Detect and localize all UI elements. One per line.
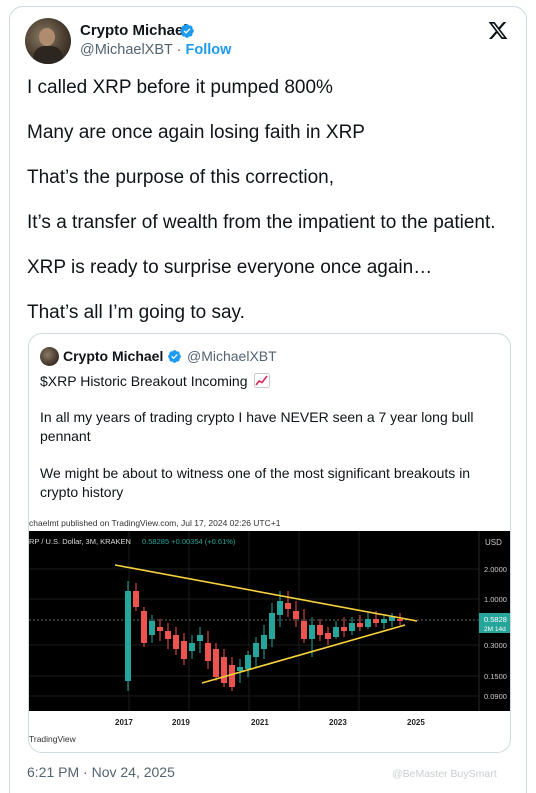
x-logo-icon[interactable] [487, 20, 509, 41]
price-tag-countdown: 2M 14d [484, 626, 506, 633]
y-tick-label: 0.3000 [484, 641, 507, 650]
y-tick-label: 0.0900 [484, 692, 507, 701]
candle-body [357, 623, 363, 627]
author-handle-row: @MichaelXBT · Follow [80, 42, 231, 58]
watermark: @BeMaster BuySmart [392, 768, 497, 780]
candle-body [301, 621, 307, 639]
quoted-tweet[interactable]: Crypto Michael @MichaelXBT $XRP Historic… [28, 333, 511, 753]
chart-caption: chaelmt published on TradingView.com, Ju… [29, 518, 281, 528]
y-tick-label: 2.0000 [484, 565, 507, 574]
tweet-text-line: I called XRP before it pumped 800% [27, 77, 333, 98]
candle-body [189, 643, 195, 651]
quoted-text-line: crypto history [40, 484, 124, 500]
quoted-title-row: $XRP Historic Breakout Incoming [40, 372, 271, 391]
tweet-text-line: Many are once again losing faith in XRP [27, 122, 365, 143]
quoted-text-line: pennant [40, 428, 91, 444]
upper-trendline [114, 564, 418, 622]
candle-body [365, 619, 371, 627]
candle-body [349, 623, 355, 631]
candle-body [181, 641, 187, 659]
follow-button[interactable]: Follow [186, 42, 232, 58]
x-tick-label: 2021 [251, 718, 269, 727]
y-tick-label: 1.0000 [484, 595, 507, 604]
author-name[interactable]: Crypto Michael [80, 22, 188, 39]
candle-body [309, 625, 315, 639]
chart-image[interactable]: chaelmt published on TradingView.com, Ju… [29, 517, 510, 752]
candle-body [397, 619, 403, 621]
quoted-avatar [40, 347, 59, 366]
chart-symbol: RP / U.S. Dollar, 3M, KRAKEN [29, 537, 131, 546]
candle-body [277, 601, 283, 615]
candle-body [149, 621, 155, 635]
candle-body [381, 619, 387, 623]
x-tick-label: 2019 [172, 718, 190, 727]
candle-body [373, 619, 379, 623]
candle-body [325, 633, 331, 639]
quoted-text-line: We might be about to witness one of the … [40, 465, 471, 481]
tradingview-footer: TradingView [29, 734, 76, 744]
candle-body [253, 643, 259, 657]
tweet-text-line: XRP is ready to surprise everyone once a… [27, 257, 433, 278]
quoted-author-name: Crypto Michael [63, 348, 164, 364]
candle-body [205, 643, 211, 661]
x-tick-label: 2017 [115, 718, 133, 727]
tweet-timestamp[interactable]: 6:21 PM · Nov 24, 2025 [27, 764, 175, 780]
candle-body [269, 613, 275, 639]
quoted-title: $XRP Historic Breakout Incoming [40, 373, 248, 389]
candle-body [293, 611, 299, 619]
candle-body [333, 627, 339, 637]
candle-body [285, 603, 291, 609]
author-handle[interactable]: @MichaelXBT [80, 42, 173, 58]
candle-body [165, 631, 171, 639]
verified-badge-icon [180, 24, 194, 38]
candle-body [197, 635, 203, 641]
tweet-text-line: That’s all I’m going to say. [27, 302, 245, 323]
separator-dot: · [176, 42, 182, 58]
current-price-tag: 0.5828 [484, 615, 507, 624]
verified-badge-icon [168, 350, 181, 363]
quoted-text-line: In all my years of trading crypto I have… [40, 409, 474, 425]
candle-body [229, 665, 235, 687]
tweet-text-line: That’s the purpose of this correction, [27, 167, 334, 188]
candle-body [213, 649, 219, 677]
x-tick-label: 2025 [407, 718, 425, 727]
candle-body [133, 591, 139, 607]
candle-body [141, 611, 147, 643]
x-tick-label: 2023 [329, 718, 347, 727]
candle-body [389, 617, 395, 621]
tweet-text-line: It’s a transfer of wealth from the impat… [27, 212, 496, 233]
author-avatar[interactable] [25, 18, 71, 64]
chart-increasing-icon [254, 373, 271, 388]
axis-currency: USD [485, 538, 502, 547]
chart-price-info: 0.58285 +0.00354 (+0.61%) [142, 537, 236, 546]
candle-body [221, 657, 227, 683]
candle-body [157, 627, 163, 631]
candle-body [341, 627, 347, 631]
price-chart: USD 2.0000 1.0000 0.5828 2M 14d 0.3000 0… [29, 531, 510, 727]
candle-body [245, 655, 251, 669]
candle-body [237, 667, 243, 671]
candle-body [125, 591, 131, 681]
candle-body [261, 635, 267, 649]
candle-body [173, 635, 179, 649]
candle-body [317, 625, 323, 635]
quoted-author-handle: @MichaelXBT [187, 348, 277, 364]
y-tick-label: 0.1500 [484, 672, 507, 681]
